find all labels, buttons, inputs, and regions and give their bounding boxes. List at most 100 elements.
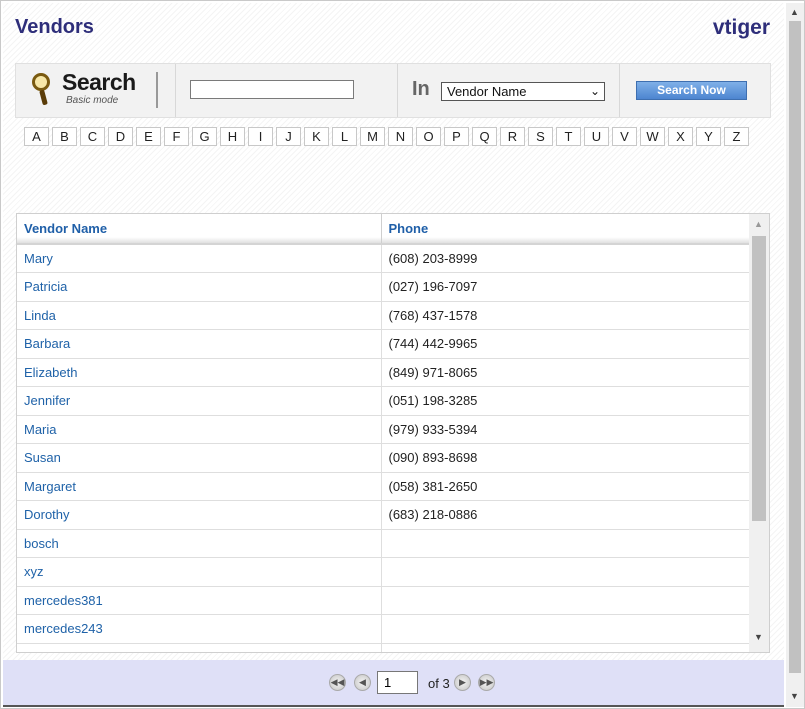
search-field-select[interactable]: Vendor Name ⌄ [441,82,605,101]
alpha-filter-r[interactable]: R [500,127,525,146]
vendor-name-link[interactable]: mercedes243 [17,614,382,644]
alpha-filter-s[interactable]: S [528,127,553,146]
table-row: Margaret (058) 381-2650 [17,472,750,501]
alpha-filter-j[interactable]: J [276,127,301,146]
alpha-filter-v[interactable]: V [612,127,637,146]
vendor-table: Vendor Name Phone Mary (608) 203-8999 Patr… [17,214,750,652]
page-number-input[interactable] [377,671,418,694]
vendor-name-link[interactable]: Elizabeth [17,358,382,387]
search-mode-label: Basic mode [66,95,119,106]
vendor-phone: (090) 893-8698 [381,443,750,473]
vendor-name-link[interactable]: Susan [17,443,382,473]
table-row: Linda (768) 437-1578 [17,301,750,330]
first-page-icon[interactable]: ◀◀ [329,674,346,691]
scrollbar-thumb[interactable] [789,21,801,673]
column-header-vendor-name[interactable]: Vendor Name [17,214,382,245]
alpha-filter-h[interactable]: H [220,127,245,146]
vendor-name-link[interactable]: Barbara [17,329,382,359]
table-row: Jennifer (051) 198-3285 [17,386,750,416]
alpha-filter-n[interactable]: N [388,127,413,146]
alpha-filter-q[interactable]: Q [472,127,497,146]
table-row: Patricia (027) 196-7097 [17,272,750,302]
vendor-popup-window: Vendors vtiger Search Basic mode In Vend… [0,0,805,709]
alpha-filter-m[interactable]: M [360,127,385,146]
alpha-filter-i[interactable]: I [248,127,273,146]
magnifier-icon [32,73,50,91]
vendor-phone: (683) 218-0886 [381,500,750,530]
vendor-name-link[interactable]: bosch [17,529,382,558]
table-row: Maria (979) 933-5394 [17,415,750,444]
table-scrollbar[interactable]: ▲ ▼ [749,214,769,652]
search-logo: Search Basic mode [16,64,176,117]
scroll-down-icon[interactable]: ▼ [790,691,799,701]
alpha-filter-d[interactable]: D [108,127,133,146]
window-scrollbar[interactable]: ▲ ▼ [786,3,804,707]
table-row: Elizabeth (849) 971-8065 [17,358,750,387]
alpha-filter-f[interactable]: F [164,127,189,146]
popup-header: Vendors vtiger [3,3,784,51]
vendor-name-link[interactable]: Dorothy [17,500,382,530]
table-row: mercedes381 [17,586,750,615]
alpha-filter-c[interactable]: C [80,127,105,146]
column-header-phone[interactable]: Phone [381,214,750,245]
alpha-filter-w[interactable]: W [640,127,665,146]
search-now-button[interactable]: Search Now [636,81,747,100]
scrollbar-thumb[interactable] [752,236,766,521]
table-row: Mary (608) 203-8999 [17,244,750,273]
search-input[interactable] [190,80,354,99]
alpha-filter-p[interactable]: P [444,127,469,146]
alpha-filter-y[interactable]: Y [696,127,721,146]
page-count-label: of 3 [428,676,450,691]
previous-page-icon[interactable]: ◀ [354,674,371,691]
alpha-filter-b[interactable]: B [52,127,77,146]
vendor-name-link[interactable]: Mary [17,244,382,273]
vendor-name-link[interactable] [17,643,382,652]
alpha-filter-l[interactable]: L [332,127,357,146]
table-row [17,643,750,652]
alpha-filter-t[interactable]: T [556,127,581,146]
logo-divider [156,72,158,108]
search-logo-word: Search [62,69,136,95]
brand-logo: vtiger [712,16,770,39]
vendor-phone: (979) 933-5394 [381,415,750,444]
alpha-filter-k[interactable]: K [304,127,329,146]
table-row: Dorothy (683) 218-0886 [17,500,750,530]
table-header-row: Vendor Name Phone [17,214,750,245]
vendor-name-link[interactable]: mercedes381 [17,586,382,615]
alpha-filter-g[interactable]: G [192,127,217,146]
alpha-filter-z[interactable]: Z [724,127,749,146]
alpha-filter-u[interactable]: U [584,127,609,146]
vendor-name-link[interactable]: xyz [17,557,382,587]
vendor-phone: (768) 437-1578 [381,301,750,330]
vendor-phone: (608) 203-8999 [381,244,750,273]
vendor-phone [381,643,750,652]
vendor-phone [381,586,750,615]
alpha-filter-o[interactable]: O [416,127,441,146]
vendor-phone: (849) 971-8065 [381,358,750,387]
search-input-cell [176,64,398,117]
in-label: In [412,78,430,100]
next-page-icon[interactable]: ▶ [454,674,471,691]
search-field-selected: Vendor Name [447,84,527,99]
scroll-up-icon[interactable]: ▲ [790,7,799,17]
search-panel: Search Basic mode In Vendor Name ⌄ Searc… [15,63,771,118]
last-page-icon[interactable]: ▶▶ [478,674,495,691]
vendor-phone: (744) 442-9965 [381,329,750,359]
alpha-filter-e[interactable]: E [136,127,161,146]
vendor-name-link[interactable]: Jennifer [17,386,382,416]
vendor-name-link[interactable]: Patricia [17,272,382,302]
page-title: Vendors [15,16,94,38]
table-row: xyz [17,557,750,587]
vendor-name-link[interactable]: Margaret [17,472,382,501]
alpha-filter-a[interactable]: A [24,127,49,146]
table-row: mercedes243 [17,614,750,644]
table-row: Susan (090) 893-8698 [17,443,750,473]
alpha-filter-x[interactable]: X [668,127,693,146]
vendor-name-link[interactable]: Maria [17,415,382,444]
window-bottom-border [3,705,784,707]
scroll-down-icon[interactable]: ▼ [754,632,763,642]
vendor-phone [381,614,750,644]
vendor-name-link[interactable]: Linda [17,301,382,330]
chevron-down-icon: ⌄ [589,84,600,98]
scroll-up-icon[interactable]: ▲ [754,219,763,229]
